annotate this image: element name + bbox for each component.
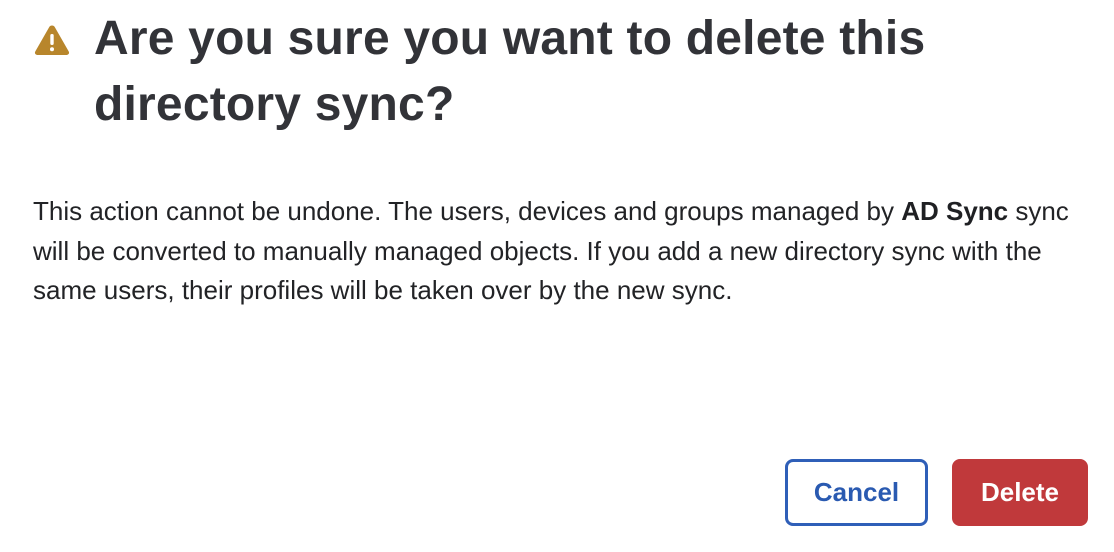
sync-name: AD Sync (901, 196, 1009, 226)
warning-icon (34, 25, 70, 55)
dialog-message: This action cannot be undone. The users,… (33, 192, 1093, 311)
delete-button[interactable]: Delete (952, 459, 1088, 526)
delete-directory-sync-dialog: Are you sure you want to delete this dir… (0, 0, 1114, 552)
cancel-button[interactable]: Cancel (785, 459, 928, 526)
message-text-before: This action cannot be undone. The users,… (33, 196, 902, 226)
dialog-title: Are you sure you want to delete this dir… (94, 12, 926, 131)
